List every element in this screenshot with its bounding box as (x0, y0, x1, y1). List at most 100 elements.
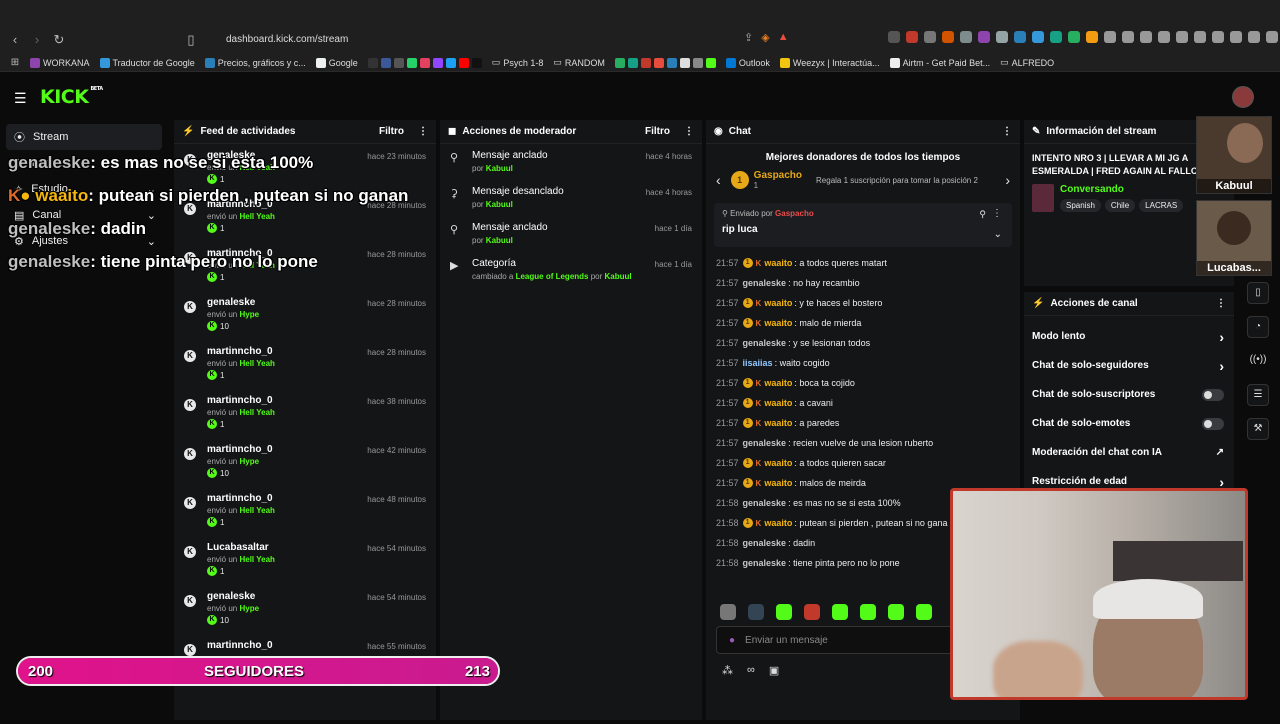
emote-icon[interactable] (860, 604, 876, 620)
channel-action-item[interactable]: Restricción de edad › (1024, 467, 1234, 489)
sidebar-item-stream[interactable]: ⦿ Stream (6, 124, 162, 150)
toggle-switch[interactable] (1202, 388, 1224, 401)
chat-username[interactable]: waaito (764, 318, 792, 328)
extension-icon[interactable] (1068, 31, 1080, 43)
mic-icon[interactable]: ● (729, 635, 735, 646)
bookmark-item[interactable]: Google (315, 57, 358, 68)
chat-message[interactable]: 21:57 1 Kwaaito: y te haces el bostero (716, 293, 1010, 313)
emote-icon[interactable] (720, 604, 736, 620)
brave-shield-icon[interactable]: ◈ (761, 31, 769, 44)
extension-icon[interactable] (1266, 31, 1278, 43)
extension-icon[interactable] (1086, 31, 1098, 43)
extension-icon[interactable] (1122, 31, 1134, 43)
more-icon[interactable]: ⋮ (1002, 126, 1012, 137)
chat-message[interactable]: 21:57 1 Kwaaito: a todos queres matart (716, 253, 1010, 273)
bookmark-icons[interactable] (367, 57, 482, 68)
bookmark-folder[interactable]: ▭ ALFREDO (1000, 57, 1054, 68)
chat-message[interactable]: 21:57 1 Kwaaito: a todos quieren sacar (716, 453, 1010, 473)
channel-action-item[interactable]: Moderación del chat con IA ↗ (1024, 438, 1234, 467)
gift-icon[interactable]: ▣ (769, 664, 779, 677)
infinity-icon[interactable]: ∞ (747, 664, 755, 677)
chat-username[interactable]: waaito (764, 458, 792, 468)
feed-item[interactable]: K Lucabasaltar envió un Hell Yeah K1 hac… (174, 536, 436, 585)
forward-icon[interactable]: › (30, 33, 44, 47)
feed-item[interactable]: K martinncho_0 envió un Hype K 10 hace 42… (174, 438, 436, 487)
extension-icon[interactable] (1014, 31, 1026, 43)
reload-icon[interactable]: ↻ (52, 33, 66, 47)
chat-username[interactable]: waaito (764, 418, 792, 428)
extension-icon[interactable] (1194, 31, 1206, 43)
chevron-right-icon[interactable]: › (1005, 172, 1010, 188)
mod-action-item[interactable]: ▶ Categoría cambiado a League of Legends… (440, 252, 702, 288)
emote-icon[interactable] (748, 604, 764, 620)
chat-username[interactable]: genaleske (743, 338, 787, 348)
chat-message[interactable]: 21:57 1 Kwaaito: a paredes (716, 413, 1010, 433)
filter-button[interactable]: Filtro (379, 126, 404, 137)
more-icon[interactable]: ⋮ (992, 208, 1002, 219)
points-icon[interactable]: ⁂ (722, 664, 733, 677)
chat-username[interactable]: waaito (764, 478, 792, 488)
chat-username[interactable]: genaleske (743, 498, 787, 508)
chat-message[interactable]: 21:57 genaleske: y se lesionan todos (716, 333, 1010, 353)
channel-action-item[interactable]: Chat de solo-seguidores › (1024, 351, 1234, 380)
emote-icon[interactable] (804, 604, 820, 620)
broadcast-icon[interactable]: ((•)) (1247, 350, 1269, 372)
menu-icon[interactable]: ☰ (14, 90, 27, 107)
mod-action-item[interactable]: ⚲ Mensaje anclado por Kabuul hace 1 día (440, 216, 702, 252)
chat-username[interactable]: waaito (764, 378, 792, 388)
chevron-left-icon[interactable]: ‹ (716, 172, 721, 188)
pin-icon[interactable]: ⚲ (979, 209, 986, 220)
emote-icon[interactable] (888, 604, 904, 620)
chat-message[interactable]: 21:57 1 Kwaaito: boca ta cojido (716, 373, 1010, 393)
feed-username[interactable]: martinncho_0 (207, 493, 275, 504)
feed-item[interactable]: K martinncho_0 envió un Hell Yeah K1 hac… (174, 389, 436, 438)
feed-username[interactable]: martinncho_0 (207, 395, 275, 406)
address-bar[interactable]: dashboard.kick.com/stream (226, 34, 348, 45)
chat-input[interactable]: ● Enviar un mensaje (716, 626, 956, 654)
pinned-message[interactable]: ⚲ Enviado por Gaspacho rip luca ⚲ ⋮ ⌄ (714, 203, 1012, 247)
emote-icon[interactable] (832, 604, 848, 620)
chat-message[interactable]: 21:57 genaleske: recien vuelve de una les… (716, 433, 1010, 453)
extension-icon[interactable] (906, 31, 918, 43)
chat-username[interactable]: waaito (764, 258, 792, 268)
extension-icon[interactable] (942, 31, 954, 43)
chat-username[interactable]: waaito (764, 398, 792, 408)
feed-item[interactable]: K genaleske envió un Hype K 10 hace 54 mi… (174, 585, 436, 634)
extension-icon[interactable] (1176, 31, 1188, 43)
extension-icon[interactable] (1050, 31, 1062, 43)
bookmark-folder[interactable]: ▭ Psych 1-8 (492, 57, 544, 68)
bookmark-item[interactable]: Outlook (725, 57, 770, 68)
bookmark-item[interactable]: Traductor de Google (99, 57, 195, 68)
bookmark-icon[interactable]: ▯ (184, 33, 198, 47)
back-icon[interactable]: ‹ (8, 33, 22, 47)
bookmark-item[interactable]: Precios, gráficos y c... (204, 57, 306, 68)
layout-icon[interactable]: ☰ (1247, 384, 1269, 406)
emote-icon[interactable] (916, 604, 932, 620)
extension-icon[interactable] (1140, 31, 1152, 43)
feed-username[interactable]: martinncho_0 (207, 444, 273, 455)
stream-icon[interactable]: ▯ (1247, 282, 1269, 304)
channel-action-item[interactable]: Chat de solo-emotes (1024, 409, 1234, 438)
bookmark-item[interactable]: WORKANA (30, 57, 90, 68)
tools-icon[interactable]: ⚒ (1247, 418, 1269, 440)
feed-item[interactable]: K genaleske envió un Hype K 10 hace 28 mi… (174, 291, 436, 340)
extension-icon[interactable] (1212, 31, 1224, 43)
chat-message[interactable]: 21:57 iisaiias: waito cogido (716, 353, 1010, 373)
emote-icon[interactable] (776, 604, 792, 620)
feed-username[interactable]: martinncho_0 (207, 346, 275, 357)
feed-item[interactable]: K martinncho_0 envió un Hell Yeah K1 hac… (174, 340, 436, 389)
channel-action-item[interactable]: Modo lento › (1024, 322, 1234, 351)
chat-username[interactable]: waaito (764, 518, 792, 528)
kick-logo[interactable]: KICK BETA (40, 86, 103, 108)
extension-icon[interactable] (1158, 31, 1170, 43)
extension-icon[interactable] (996, 31, 1008, 43)
more-icon[interactable]: ⋮ (684, 126, 694, 137)
apps-icon[interactable]: ⊞ (8, 56, 22, 70)
mod-action-item[interactable]: ⚲ Mensaje anclado por Kabuul hace 4 hora… (440, 144, 702, 180)
more-icon[interactable]: ⋮ (1216, 298, 1226, 309)
chat-username[interactable]: genaleske (743, 438, 787, 448)
share-icon[interactable]: ⇪ (744, 31, 753, 44)
feed-username[interactable]: genaleske (207, 297, 259, 308)
feed-username[interactable]: genaleske (207, 591, 259, 602)
chevron-down-icon[interactable]: ⌄ (994, 229, 1002, 240)
